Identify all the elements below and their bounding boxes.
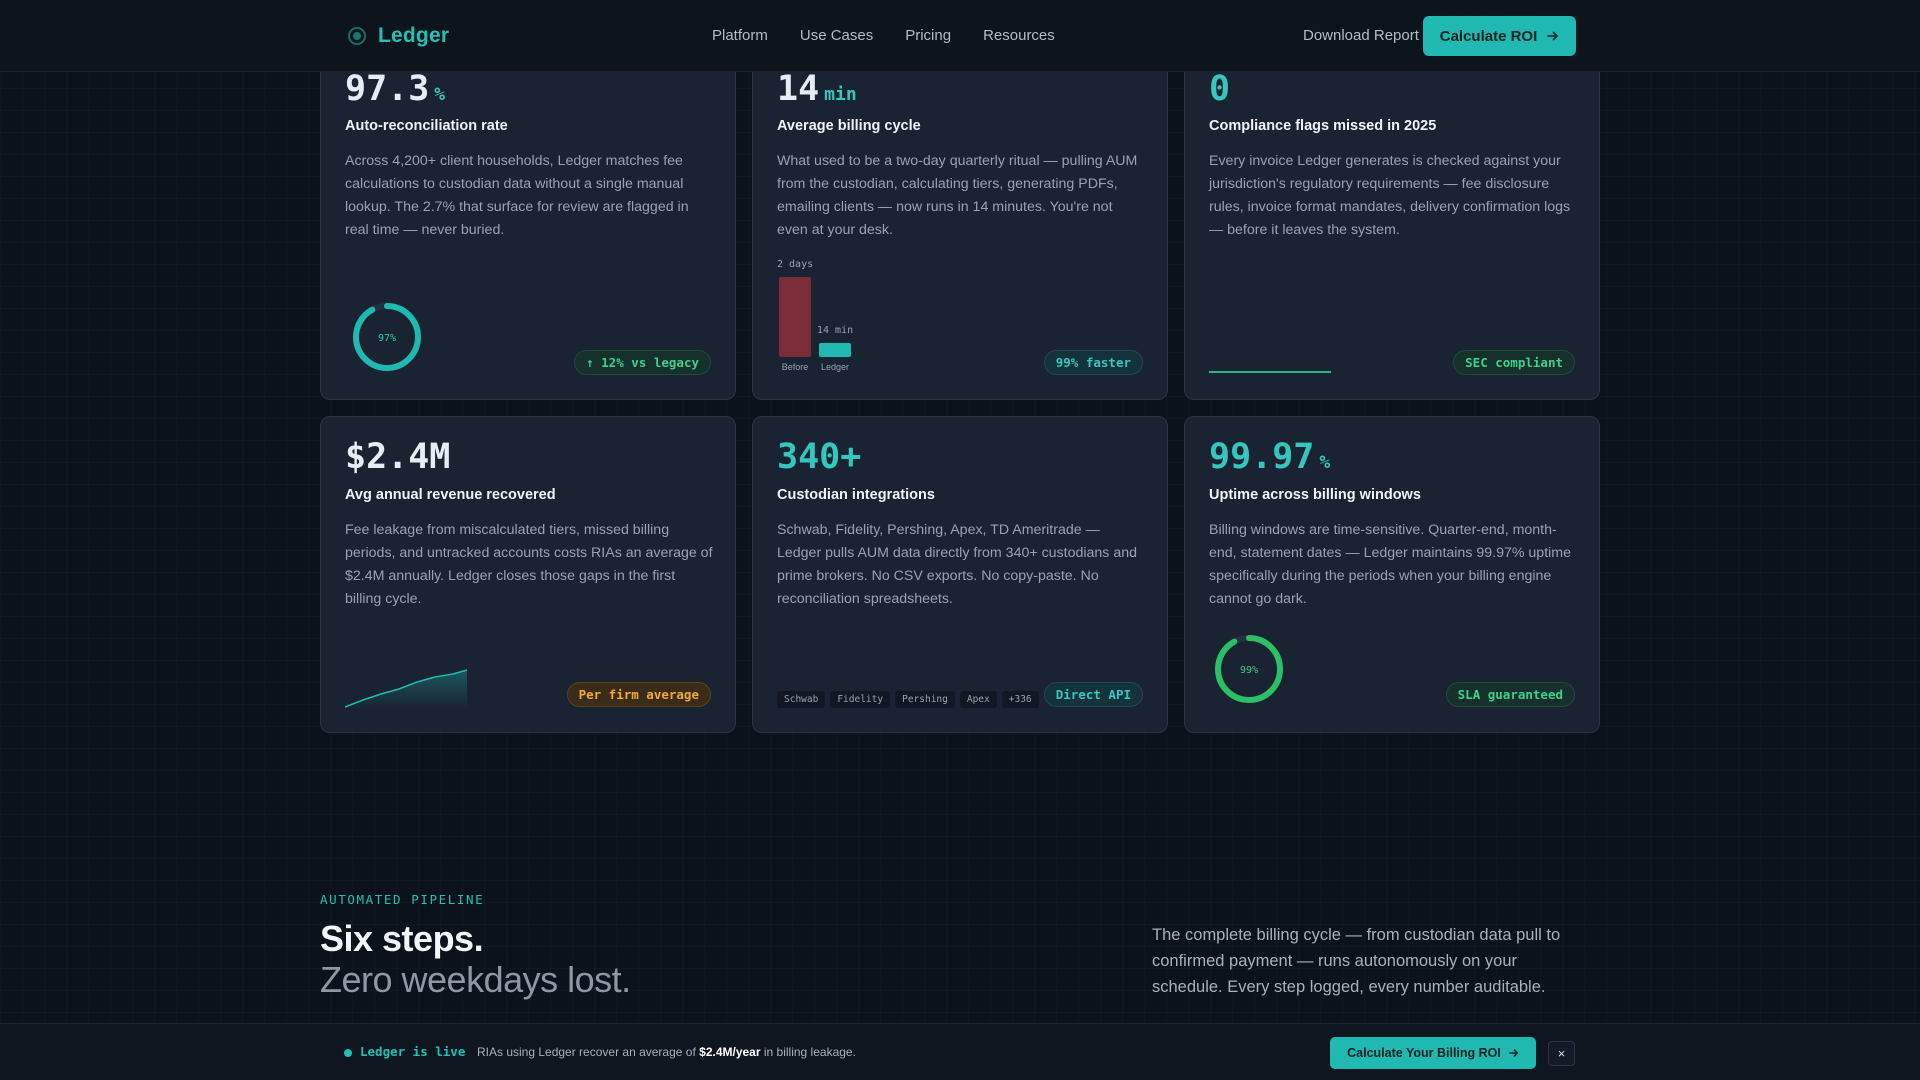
section-description: The complete billing cycle — from custod…: [1152, 926, 1561, 996]
stat-card-compliance: 0 Compliance flags missed in 2025 Every …: [1184, 60, 1600, 400]
card-metric: 97.3%: [345, 69, 446, 109]
card-title: Custodian integrations: [777, 487, 935, 503]
card-description: Fee leakage from miscalculated tiers, mi…: [345, 522, 713, 607]
ring-label: 97%: [378, 333, 396, 344]
calculate-roi-label: Calculate ROI: [1439, 27, 1538, 45]
status-badge: Direct API: [1043, 682, 1143, 707]
bar-label: Before: [781, 362, 809, 372]
card-metric: $2.4M: [345, 437, 451, 477]
chip-fidelity: Fidelity: [830, 691, 891, 708]
nav-link-platform[interactable]: Platform: [712, 27, 768, 44]
stat-card-reconciliation: 97.3% Auto-reconciliation rate Across 4,…: [320, 60, 736, 400]
card-title: Average billing cycle: [777, 118, 921, 134]
banner-message: RIAs using Ledger recover an average of …: [477, 1045, 856, 1059]
status-badge: ↑ 12% vs legacy: [574, 350, 711, 375]
chip-pershing: Pershing: [895, 691, 955, 708]
top-nav: Ledger Platform Use Cases Pricing Resour…: [0, 0, 1920, 72]
download-report-link[interactable]: Download Report: [1303, 27, 1419, 44]
stat-card-uptime: 99.97% Uptime across billing windows Bil…: [1184, 416, 1600, 733]
nav-link-resources[interactable]: Resources: [983, 27, 1055, 44]
arrow-right-icon: [1547, 31, 1559, 41]
card-metric: 14 min: [777, 69, 857, 109]
card-description: Every invoice Ledger generates is checke…: [1209, 153, 1571, 238]
section-heading: Six steps.: [320, 918, 484, 959]
card-metric: 99.97%: [1209, 437, 1331, 477]
section-subheading: Zero weekdays lost.: [320, 959, 631, 1000]
revenue-sparkline: [345, 669, 468, 709]
chip-more: +336: [1001, 691, 1039, 708]
card-description: Billing windows are time-sensitive. Quar…: [1209, 522, 1571, 607]
card-description: Schwab, Fidelity, Pershing, Apex, TD Ame…: [777, 522, 1138, 607]
nav-links: Platform Use Cases Pricing Resources: [712, 27, 1055, 44]
card-title: Avg annual revenue recovered: [345, 487, 556, 503]
logo-icon: [348, 27, 366, 45]
stat-card-integrations: 340+ Custodian integrations Schwab, Fide…: [752, 416, 1168, 733]
live-banner: Ledger is live RIAs using Ledger recover…: [0, 1023, 1920, 1080]
card-metric: 0: [1209, 69, 1231, 109]
nav-link-pricing[interactable]: Pricing: [905, 27, 951, 44]
close-icon[interactable]: ×: [1548, 1041, 1575, 1066]
status-badge: SLA guaranteed: [1445, 682, 1575, 707]
status-badge: Per firm average: [566, 682, 711, 707]
calculate-billing-roi-button[interactable]: Calculate Your Billing ROI: [1330, 1037, 1536, 1069]
live-label: Ledger is live: [360, 1044, 466, 1059]
ring-label: 99%: [1240, 665, 1258, 676]
status-badge: SEC compliant: [1453, 350, 1575, 375]
bar-ledger: [819, 343, 851, 357]
bar-before: [779, 277, 811, 357]
chip-schwab: Schwab: [777, 691, 826, 708]
chip-apex: Apex: [959, 691, 997, 708]
stat-card-billing-cycle: 14 min Average billing cycle What used to…: [752, 60, 1168, 400]
progress-line: [1209, 371, 1331, 373]
card-description: Across 4,200+ client households, Ledger …: [345, 153, 689, 238]
custodian-chips: Schwab Fidelity Pershing Apex +336: [777, 687, 1044, 708]
bar-label: Ledger: [820, 362, 850, 372]
arrow-right-icon: [1508, 1049, 1518, 1057]
live-status-dot: [344, 1049, 352, 1057]
bar-value-label: 2 days: [777, 259, 814, 270]
calculate-roi-button[interactable]: Calculate ROI: [1423, 16, 1576, 56]
card-metric: 340+: [777, 437, 862, 477]
section-eyebrow: AUTOMATED PIPELINE: [320, 892, 485, 907]
brand-logo[interactable]: Ledger: [348, 24, 449, 48]
status-badge: 99% faster: [1043, 350, 1143, 375]
brand-name: Ledger: [378, 24, 450, 47]
stat-card-revenue: $2.4M Avg annual revenue recovered Fee l…: [320, 416, 736, 733]
bar-value-label: 14 min: [817, 325, 854, 336]
card-title: Uptime across billing windows: [1209, 487, 1421, 503]
nav-link-use-cases[interactable]: Use Cases: [800, 27, 873, 44]
card-title: Compliance flags missed in 2025: [1209, 118, 1437, 134]
uptime-ring-chart: 99%: [1215, 635, 1283, 703]
cta-label: Calculate Your Billing ROI: [1347, 1046, 1501, 1060]
card-description: What used to be a two-day quarterly ritu…: [777, 153, 1138, 238]
reconciliation-ring-chart: 97%: [353, 303, 421, 371]
card-title: Auto-reconciliation rate: [345, 118, 508, 134]
